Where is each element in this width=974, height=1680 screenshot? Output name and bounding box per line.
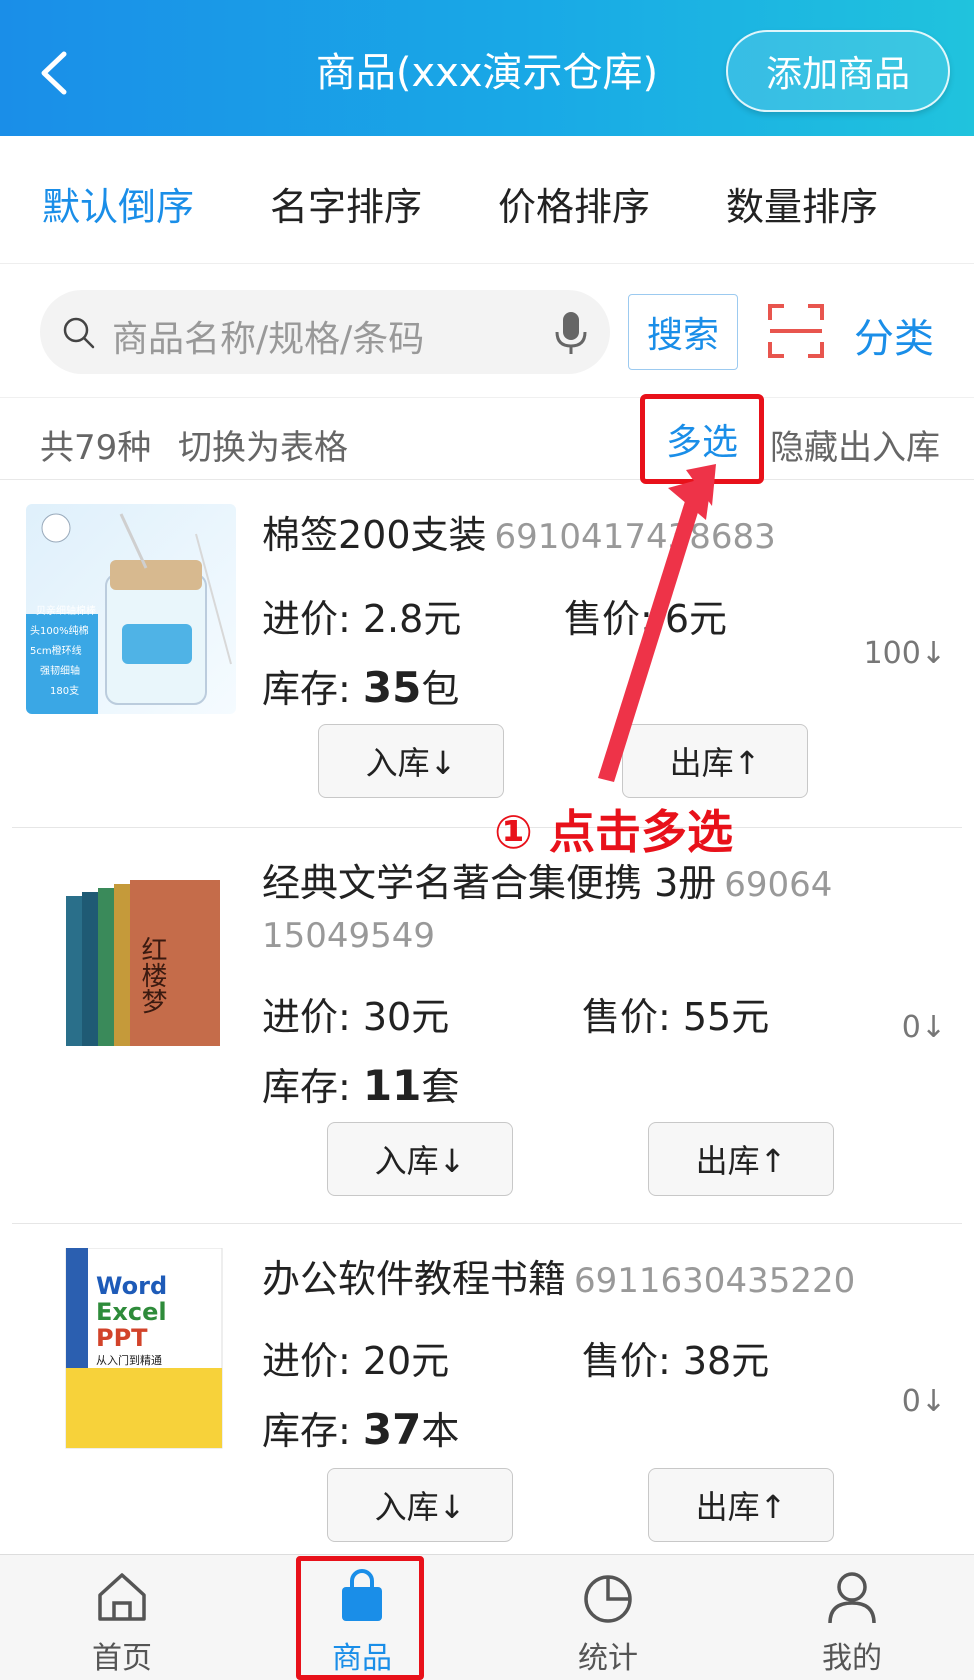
- sort-default-desc[interactable]: 默认倒序: [42, 176, 194, 231]
- purchase-price: 进价: 20元: [262, 1339, 450, 1383]
- thumb-text: 从入门到精通: [96, 1353, 162, 1367]
- product-name: 棉签200支装: [262, 513, 487, 557]
- stock-info: 库存: 37本: [262, 1400, 459, 1455]
- tab-label: 我的: [822, 1641, 882, 1676]
- sort-bar: 默认倒序 名字排序 价格排序 数量排序: [0, 136, 974, 264]
- pie-chart-icon: [584, 1575, 632, 1623]
- product-name: 经典文学名著合集便携 3册: [262, 861, 717, 905]
- tab-label: 首页: [92, 1641, 152, 1676]
- side-count: 0↓: [901, 1010, 946, 1045]
- tab-home[interactable]: 首页: [22, 1555, 222, 1680]
- stock-unit: 包: [421, 667, 460, 711]
- multi-select-button[interactable]: 多选: [640, 394, 764, 484]
- thumb-text: 头100%纯棉: [30, 624, 89, 637]
- stock-info: 库存: 35包: [262, 658, 459, 713]
- scan-icon[interactable]: [766, 302, 826, 360]
- search-icon: [63, 317, 95, 349]
- info-row: 共79种 切换为表格 多选 隐藏出入库: [0, 394, 974, 484]
- stock-unit: 本: [421, 1409, 460, 1453]
- stock-out-button[interactable]: 出库↑: [648, 1468, 834, 1542]
- stock-unit: 套: [421, 1065, 460, 1109]
- sale-price: 售价: 55元: [582, 995, 770, 1039]
- stock-label: 库存:: [262, 1065, 351, 1109]
- sort-by-quantity[interactable]: 数量排序: [726, 176, 878, 231]
- add-product-button[interactable]: 添加商品: [726, 30, 950, 112]
- switch-to-table-link[interactable]: 切换为表格: [178, 420, 348, 469]
- thumb-text: Excel: [96, 1298, 167, 1326]
- tab-statistics[interactable]: 统计: [508, 1555, 708, 1680]
- stock-label: 库存:: [262, 667, 351, 711]
- tab-profile[interactable]: 我的: [752, 1555, 952, 1680]
- thumb-text: 180支: [50, 685, 79, 697]
- microphone-icon[interactable]: [554, 310, 588, 356]
- stock-in-button[interactable]: 入库↓: [327, 1122, 513, 1196]
- product-item[interactable]: Word Excel PPT 从入门到精通 办公软件教程书籍 6911630435…: [12, 1224, 962, 1554]
- stock-count: 35: [362, 663, 422, 712]
- product-name: 办公软件教程书籍: [262, 1257, 567, 1301]
- product-thumbnail: 红楼梦: [26, 856, 236, 1066]
- product-count: 共79种: [40, 428, 152, 468]
- tab-highlight-box: [296, 1556, 424, 1680]
- thumb-text: PPT: [96, 1324, 148, 1352]
- product-thumbnail: 贝亲细轴棉棒 头100%纯棉 5cm橙环线 强韧细轴 180支: [26, 504, 236, 714]
- thumb-text: Word: [96, 1272, 167, 1300]
- stock-count: 37: [362, 1405, 422, 1454]
- stock-in-button[interactable]: 入库↓: [318, 724, 504, 798]
- stock-count: 11: [362, 1061, 422, 1110]
- search-row: 商品名称/规格/条码 搜索 分类: [0, 264, 974, 398]
- stock-in-button[interactable]: 入库↓: [327, 1468, 513, 1542]
- sort-by-name[interactable]: 名字排序: [270, 176, 422, 231]
- stock-label: 库存:: [262, 1409, 351, 1453]
- user-icon: [828, 1572, 876, 1624]
- thumb-text: 5cm橙环线: [30, 644, 82, 657]
- product-barcode: 6911630435220: [574, 1261, 856, 1301]
- top-bar: 商品(xxx演示仓库) 添加商品: [0, 0, 974, 136]
- product-title-line: 经典文学名著合集便携 3册 69064: [262, 858, 832, 910]
- annotation-text: ① 点击多选: [494, 805, 733, 859]
- product-barcode: 6910417438683: [494, 517, 776, 557]
- category-link[interactable]: 分类: [854, 306, 934, 364]
- side-count: 0↓: [901, 1384, 946, 1419]
- search-input[interactable]: 商品名称/规格/条码: [40, 290, 610, 374]
- sale-price: 售价: 6元: [564, 597, 728, 641]
- stock-out-button[interactable]: 出库↑: [648, 1122, 834, 1196]
- search-button[interactable]: 搜索: [628, 294, 738, 370]
- product-item[interactable]: 贝亲细轴棉棒 头100%纯棉 5cm橙环线 强韧细轴 180支 棉签200支装 6…: [12, 480, 962, 828]
- tab-label: 统计: [578, 1641, 638, 1676]
- product-title-line: 棉签200支装 6910417438683: [262, 510, 776, 562]
- product-barcode-cont: 15049549: [262, 916, 436, 956]
- bottom-tab-bar: 首页 商品 统计 我的: [0, 1554, 974, 1680]
- thumb-text: 红楼梦: [137, 936, 167, 1014]
- thumb-text: 贝亲细轴棉棒: [36, 604, 96, 617]
- sale-price: 售价: 38元: [582, 1339, 770, 1383]
- product-barcode: 69064: [724, 865, 833, 905]
- thumb-text: 强韧细轴: [40, 664, 80, 677]
- search-placeholder: 商品名称/规格/条码: [112, 319, 425, 360]
- stock-info: 库存: 11套: [262, 1056, 459, 1111]
- home-icon: [98, 1573, 146, 1621]
- hide-inout-link[interactable]: 隐藏出入库: [770, 420, 940, 469]
- purchase-price: 进价: 30元: [262, 995, 450, 1039]
- purchase-price: 进价: 2.8元: [262, 597, 462, 641]
- stock-out-button[interactable]: 出库↑: [622, 724, 808, 798]
- side-count: 100↓: [863, 636, 946, 671]
- product-thumbnail: Word Excel PPT 从入门到精通: [26, 1248, 236, 1458]
- product-item[interactable]: 红楼梦 经典文学名著合集便携 3册 69064 15049549 进价: 30元 …: [12, 828, 962, 1224]
- sort-by-price[interactable]: 价格排序: [498, 176, 650, 231]
- product-title-line: 办公软件教程书籍 6911630435220: [262, 1254, 855, 1306]
